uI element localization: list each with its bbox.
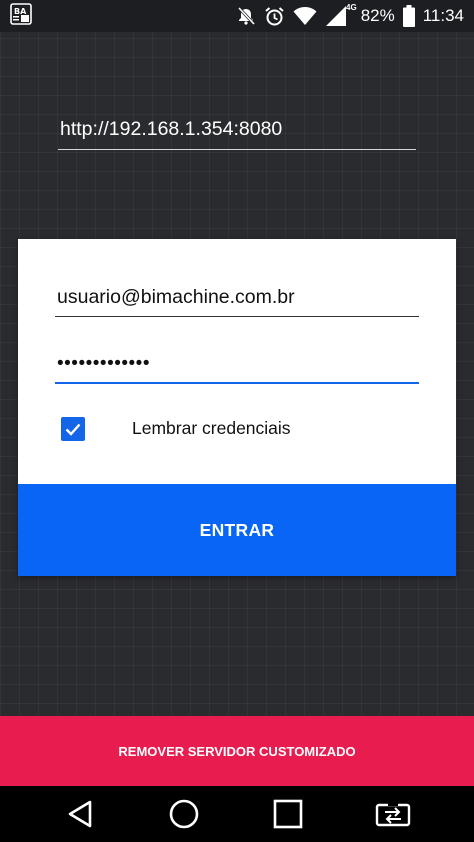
alarm-icon: [264, 6, 285, 27]
cellular-signal-icon: 4G: [325, 3, 357, 27]
remember-checkbox[interactable]: [61, 417, 85, 441]
server-url-text: http://192.168.1.354:8080: [60, 118, 283, 140]
network-type-label: 4G: [346, 3, 357, 12]
password-text: •••••••••••••: [57, 353, 150, 374]
remove-custom-server-button[interactable]: REMOVER SERVIDOR CUSTOMIZADO: [0, 716, 474, 786]
checkmark-icon: [65, 423, 81, 436]
remember-credentials-row[interactable]: Lembrar credenciais: [61, 416, 291, 442]
svg-text:BA: BA: [14, 7, 27, 16]
wifi-icon: [293, 6, 317, 26]
server-url-field[interactable]: http://192.168.1.354:8080: [58, 112, 416, 150]
notification-app-icon: BA: [10, 2, 32, 30]
battery-icon: [402, 5, 415, 27]
screen-rotate-icon[interactable]: [363, 786, 423, 842]
login-card: usuario@bimachine.com.br ••••••••••••• L…: [18, 239, 456, 576]
password-field[interactable]: •••••••••••••: [55, 344, 419, 384]
recents-icon[interactable]: [258, 786, 318, 842]
status-bar: BA 4G 82% 11:34: [0, 0, 474, 32]
login-button[interactable]: ENTRAR: [18, 484, 456, 576]
email-text: usuario@bimachine.com.br: [57, 286, 295, 308]
back-icon[interactable]: [50, 786, 110, 842]
home-icon[interactable]: [154, 786, 214, 842]
mute-icon: [236, 6, 256, 26]
clock: 11:34: [422, 6, 464, 25]
email-field[interactable]: usuario@bimachine.com.br: [55, 279, 419, 317]
remember-label: Lembrar credenciais: [132, 418, 291, 438]
battery-percent: 82%: [360, 6, 395, 25]
navigation-bar: [0, 786, 474, 842]
login-screen: BA 4G 82% 11:34 http://192.168.1.354:808…: [0, 0, 474, 842]
